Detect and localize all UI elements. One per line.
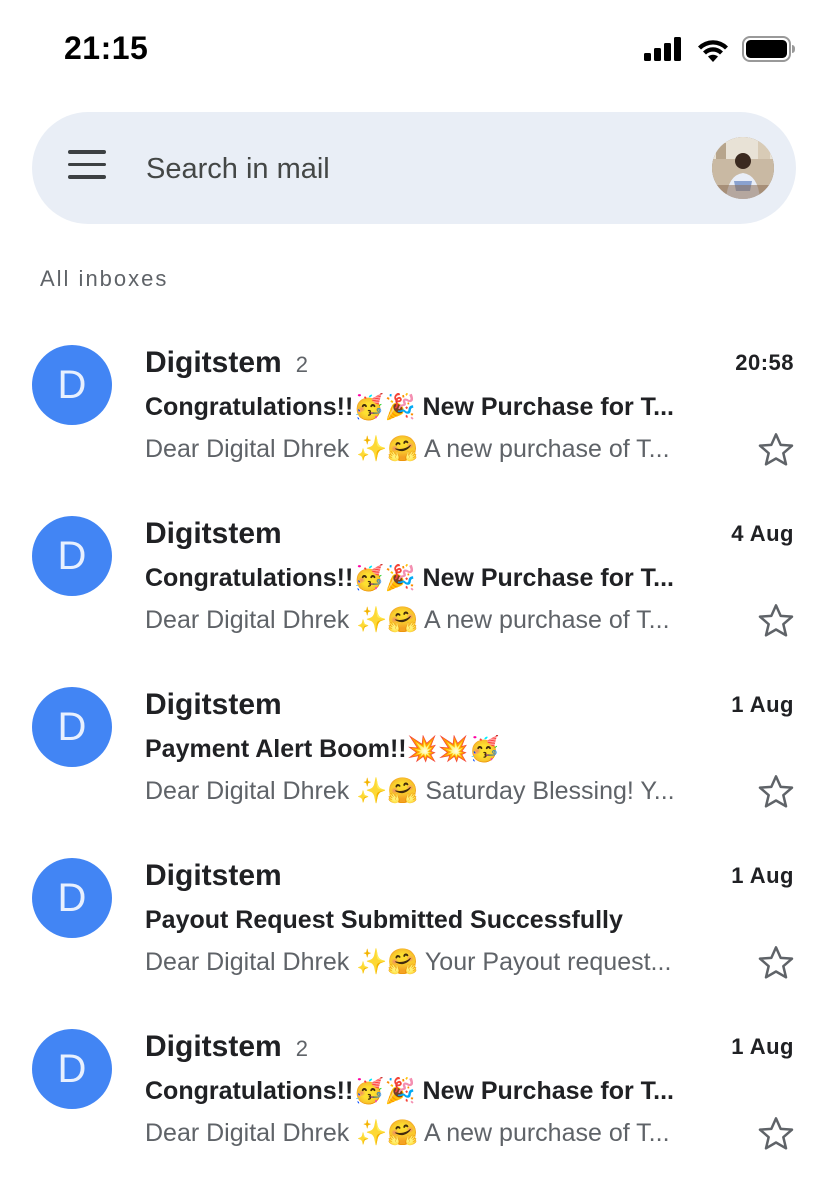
email-item[interactable]: D Digitstem 2 20:58 Congratulations!!🥳🎉 N… <box>0 320 828 491</box>
star-icon[interactable] <box>756 601 796 641</box>
status-bar: 21:15 <box>0 0 828 100</box>
sender-name: Digitstem 2 <box>145 346 308 380</box>
email-subject: Payout Request Submitted Successfully <box>145 906 623 934</box>
sender-avatar: D <box>32 1029 112 1109</box>
section-label-all-inboxes: All inboxes <box>40 266 169 291</box>
sender-name: Digitstem <box>145 859 282 893</box>
search-bar[interactable] <box>32 112 796 224</box>
sender-avatar: D <box>32 687 112 767</box>
star-icon[interactable] <box>756 430 796 470</box>
email-item[interactable]: D Digitstem 1 Aug Payout Request Submitt… <box>0 833 828 1004</box>
email-item[interactable]: D Digitstem 4 Aug Congratulations!!🥳🎉 Ne… <box>0 491 828 662</box>
email-subject: Payment Alert Boom!!💥💥🥳 <box>145 735 500 763</box>
avatar-photo <box>712 137 774 199</box>
menu-icon[interactable] <box>68 150 108 186</box>
email-subject: Congratulations!!🥳🎉 New Purchase for T..… <box>145 393 674 421</box>
email-snippet: Dear Digital Dhrek ✨🤗 A new purchase of … <box>145 435 670 463</box>
email-item[interactable]: D Digitstem 1 Aug Payment Alert Boom!!💥💥… <box>0 662 828 833</box>
status-icons <box>644 36 796 62</box>
status-time: 21:15 <box>64 30 149 66</box>
signal-icon <box>644 37 681 61</box>
search-input[interactable] <box>144 144 688 194</box>
battery-icon <box>742 36 795 62</box>
star-icon[interactable] <box>756 1114 796 1154</box>
email-snippet: Dear Digital Dhrek ✨🤗 Saturday Blessing!… <box>145 777 675 805</box>
email-subject: Congratulations!!🥳🎉 New Purchase for T..… <box>145 1077 674 1105</box>
sender-name-text: Digitstem <box>145 859 282 892</box>
email-snippet: Dear Digital Dhrek ✨🤗 A new purchase of … <box>145 1119 670 1147</box>
sender-avatar: D <box>32 858 112 938</box>
email-time: 1 Aug <box>731 1034 794 1059</box>
sender-name-text: Digitstem <box>145 517 282 550</box>
thread-count: 2 <box>295 1036 308 1061</box>
sender-name-text: Digitstem <box>145 688 282 721</box>
avatar[interactable] <box>712 137 774 199</box>
thread-count: 2 <box>295 352 308 377</box>
sender-name: Digitstem 2 <box>145 1030 308 1064</box>
email-subject: Congratulations!!🥳🎉 New Purchase for T..… <box>145 564 674 592</box>
email-snippet: Dear Digital Dhrek ✨🤗 A new purchase of … <box>145 606 670 634</box>
sender-avatar: D <box>32 345 112 425</box>
sender-name-text: Digitstem <box>145 346 282 379</box>
sender-name-text: Digitstem <box>145 1030 282 1063</box>
mail-list: D Digitstem 2 20:58 Congratulations!!🥳🎉 N… <box>0 320 828 1175</box>
email-time: 20:58 <box>735 350 794 375</box>
email-time: 1 Aug <box>731 863 794 888</box>
email-item[interactable]: D Digitstem 2 1 Aug Congratulations!!🥳🎉 N… <box>0 1004 828 1175</box>
star-icon[interactable] <box>756 772 796 812</box>
star-icon[interactable] <box>756 943 796 983</box>
email-snippet: Dear Digital Dhrek ✨🤗 Your Payout reques… <box>145 948 672 976</box>
sender-avatar: D <box>32 516 112 596</box>
email-time: 1 Aug <box>731 692 794 717</box>
wifi-icon <box>698 39 728 62</box>
sender-name: Digitstem <box>145 688 282 722</box>
sender-name: Digitstem <box>145 517 282 551</box>
email-time: 4 Aug <box>731 521 794 546</box>
